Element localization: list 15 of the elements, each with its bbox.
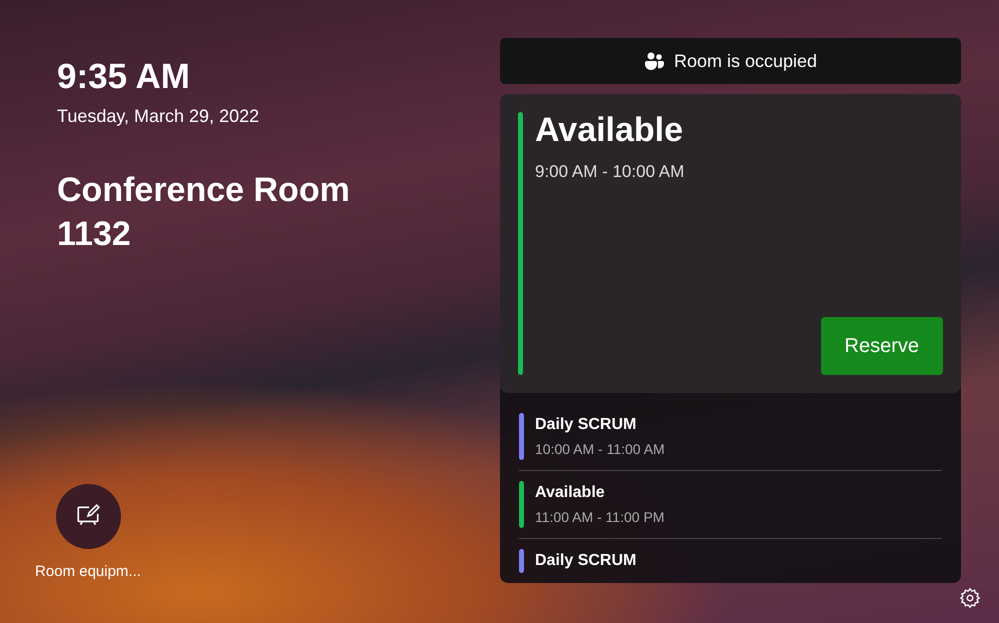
reserve-button[interactable]: Reserve bbox=[820, 317, 943, 375]
room-equipment-label: Room equipm... bbox=[35, 562, 141, 582]
date-text: Tuesday, March 29, 2022 bbox=[57, 104, 260, 128]
slot-title: Available bbox=[535, 112, 684, 150]
clock-time: 9:35 AM bbox=[57, 58, 191, 96]
event-title: Daily SCRUM bbox=[535, 551, 636, 571]
people-icon bbox=[644, 52, 664, 70]
status-text: Room is occupied bbox=[674, 50, 818, 73]
settings-icon[interactable] bbox=[959, 587, 981, 609]
event-title: Available bbox=[535, 483, 606, 503]
room-name: Conference Room 1132 bbox=[57, 170, 351, 255]
slot-time: 9:00 AM - 10:00 AM bbox=[535, 161, 686, 184]
event-time: 10:00 AM - 11:00 AM bbox=[535, 440, 665, 459]
event-title: Daily SCRUM bbox=[535, 415, 638, 435]
event-time: 11:00 AM - 11:00 PM bbox=[535, 508, 664, 527]
